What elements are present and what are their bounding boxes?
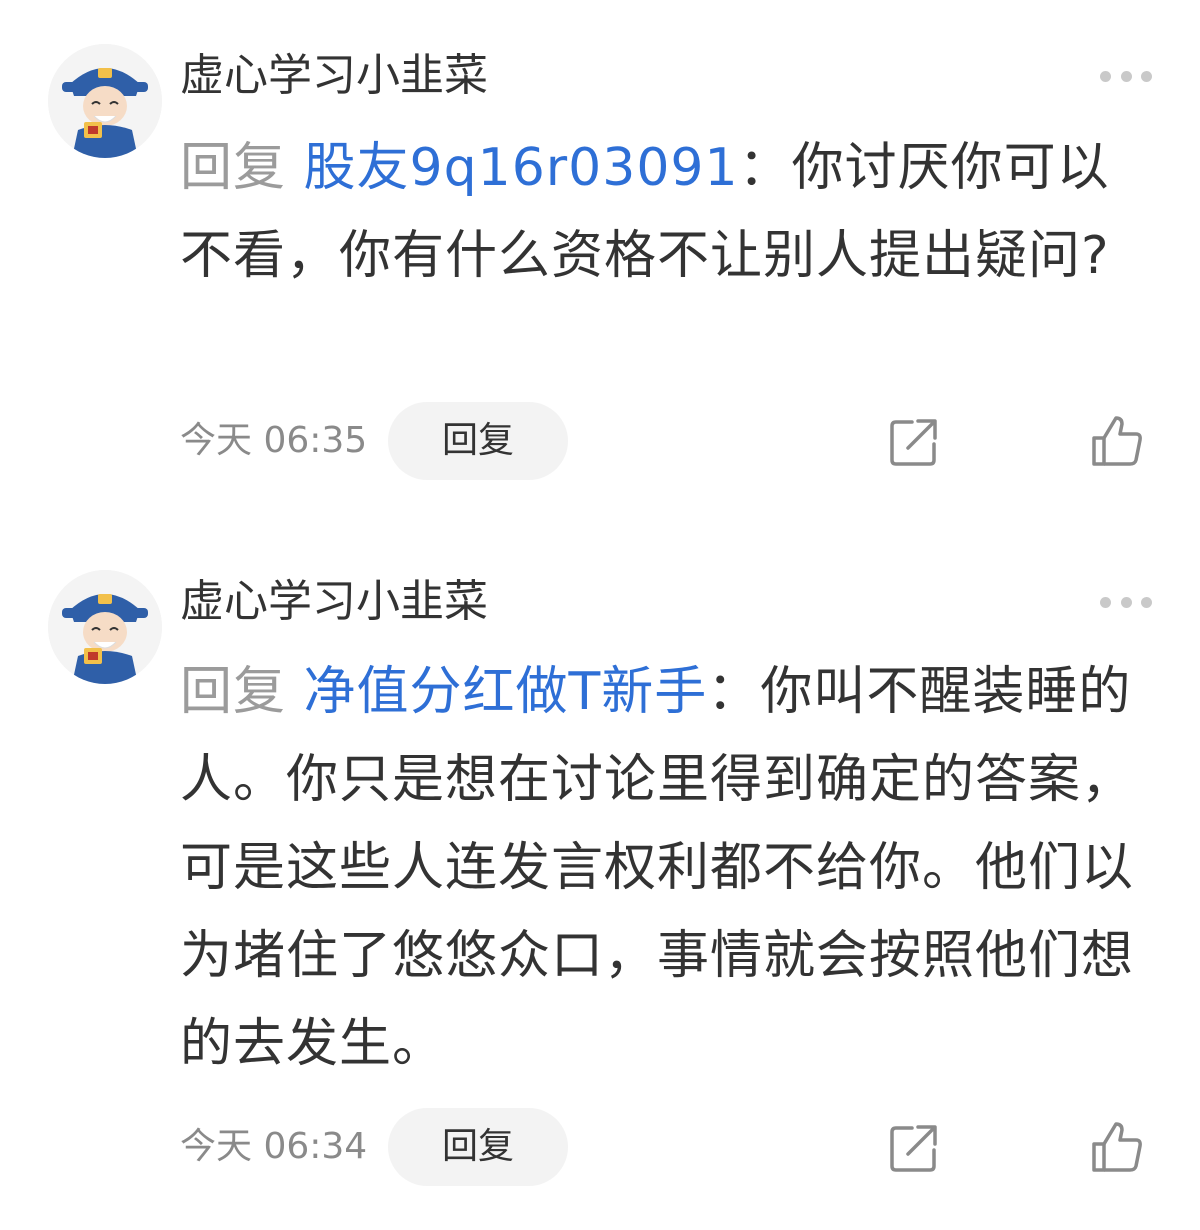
colon: ： [707, 662, 761, 722]
thumbs-up-icon[interactable] [1090, 1120, 1144, 1174]
comment-meta-row: 今天 06:34 回复 [180, 1108, 1145, 1186]
comment-body: 你叫不醒装睡的人。你只是想在讨论里得到确定的答案，可是这些人连发言权利都不给你。… [180, 662, 1135, 1074]
mention-link[interactable]: 净值分红做T新手 [304, 662, 708, 722]
share-icon[interactable] [888, 1122, 940, 1174]
avatar[interactable] [48, 570, 162, 684]
timestamp: 今天 06:34 [180, 1126, 368, 1167]
username[interactable]: 虚心学习小韭菜 [180, 572, 488, 632]
comment-text: 回复 净值分红做T新手：你叫不醒装睡的人。你只是想在讨论里得到确定的答案，可是这… [180, 648, 1145, 1088]
comment-item: 虚心学习小韭菜 回复 净值分红做T新手：你叫不醒装睡的人。你只是想在讨论里得到确… [0, 0, 1200, 1186]
reply-prefix: 回复 [180, 662, 304, 722]
reply-button[interactable]: 回复 [388, 1108, 568, 1186]
fortune-god-avatar-icon [48, 570, 162, 684]
more-dots-icon[interactable] [1100, 592, 1152, 612]
